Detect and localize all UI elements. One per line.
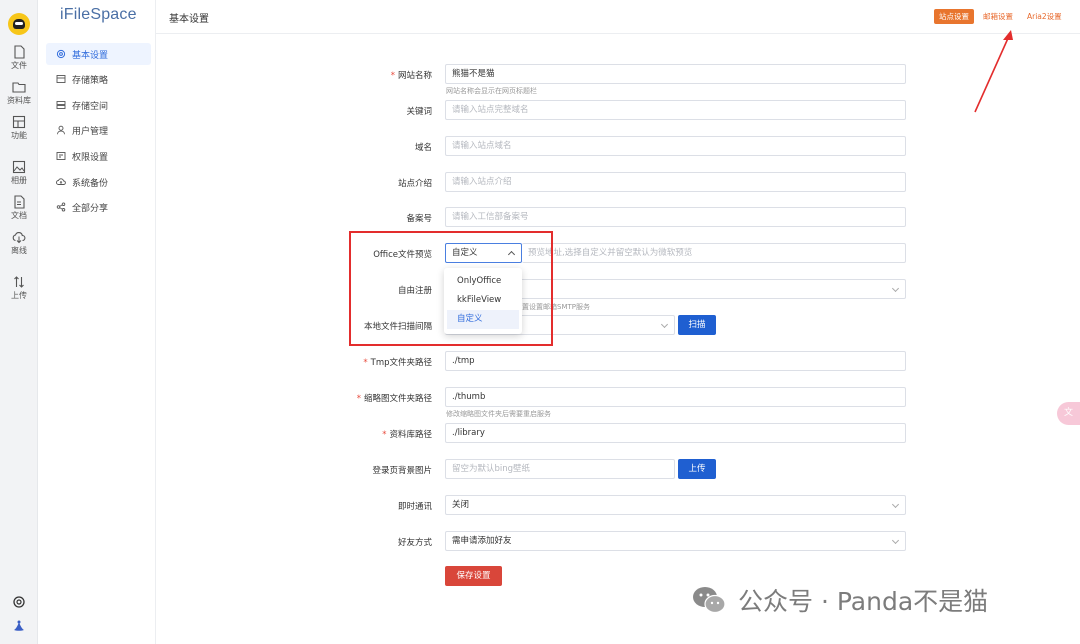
storage-icon [56, 101, 66, 109]
sidebar: iFileSpace 基本设置 存储策略 存储空间 用户管理 权限设置 系统备份… [38, 0, 156, 644]
thumb-path-hint: 修改缩略图文件夹后需要重启服务 [446, 410, 551, 418]
login-bg-input[interactable]: 留空为默认bing壁纸 [445, 459, 675, 479]
annotation-highlight-box [349, 231, 553, 346]
chevron-down-icon [891, 536, 900, 545]
icp-label: 备案号 [406, 214, 432, 224]
rail-item-files[interactable]: 文件 [0, 45, 38, 71]
site-intro-input[interactable]: 请输入站点介绍 [445, 172, 906, 192]
rail-item-docs[interactable]: 文档 [0, 195, 38, 221]
backup-icon [56, 178, 66, 185]
icon-rail: 文件 资料库 功能 相册 文档 离线 上传 [0, 0, 38, 644]
user-icon [57, 125, 65, 135]
chevron-down-icon [660, 320, 669, 329]
site-name-hint: 网站名称会显示在网页标题栏 [446, 87, 537, 95]
site-name-input[interactable]: 熊猫不是猫 [445, 64, 906, 84]
login-bg-label: 登录页背景图片 [372, 466, 432, 476]
sidebar-item-storage-strategy[interactable]: 存储策略 [46, 68, 151, 90]
rail-label: 资料库 [7, 96, 31, 105]
sidebar-item-all-shares[interactable]: 全部分享 [46, 196, 151, 218]
settings-icon[interactable] [12, 595, 26, 609]
rail-label: 上传 [11, 291, 27, 300]
rail-item-upload[interactable]: 上传 [0, 275, 38, 301]
header: 基本设置 站点设置 邮箱设置 Aria2设置 [156, 0, 1080, 34]
friend-select[interactable]: 需申请添加好友 [445, 531, 906, 551]
upload-icon [14, 276, 24, 288]
settings-form: * 网站名称 熊猫不是猫 网站名称会显示在网页标题栏 关键词 请输入站点完整域名 … [156, 34, 1080, 644]
keywords-label: 关键词 [406, 107, 432, 117]
sidebar-item-label: 系统备份 [72, 178, 109, 189]
keywords-input[interactable]: 请输入站点完整域名 [445, 100, 906, 120]
rail-item-features[interactable]: 功能 [0, 115, 38, 141]
page-title: 基本设置 [169, 14, 209, 25]
sidebar-item-label: 用户管理 [72, 126, 109, 137]
thumb-path-input[interactable]: ./thumb [445, 387, 906, 407]
friend-value: 需申请添加好友 [452, 536, 512, 546]
app-logo: iFileSpace [60, 6, 137, 23]
domain-label: 域名 [414, 143, 432, 153]
permission-icon [56, 152, 66, 160]
tab-email-settings[interactable]: 邮箱设置 [978, 9, 1018, 24]
sidebar-item-backup[interactable]: 系统备份 [46, 171, 151, 193]
rail-label: 文档 [11, 211, 27, 220]
site-name-label: * 网站名称 [390, 71, 432, 81]
image-icon [12, 160, 26, 174]
chevron-down-icon [891, 500, 900, 509]
icp-input[interactable]: 请输入工信部备案号 [445, 207, 906, 227]
im-value: 关闭 [452, 500, 470, 510]
friend-label: 好友方式 [397, 538, 432, 548]
strategy-icon [56, 75, 66, 83]
rail-item-offline[interactable]: 离线 [0, 230, 38, 256]
wechat-icon [693, 587, 726, 614]
file-icon [14, 45, 25, 59]
watermark: 公众号 · Panda不是猫 [692, 582, 988, 618]
library-path-input[interactable]: ./library [445, 423, 906, 443]
rail-item-library[interactable]: 资料库 [0, 80, 38, 106]
office-preview-url-input[interactable]: 预览地址,选择自定义并留空默认为微软预览 [522, 243, 906, 263]
sidebar-item-label: 全部分享 [72, 203, 109, 214]
sidebar-item-user-management[interactable]: 用户管理 [46, 119, 151, 141]
im-label: 即时通讯 [397, 502, 432, 512]
tmp-path-input[interactable]: ./tmp [445, 351, 906, 371]
tab-site-settings[interactable]: 站点设置 [934, 9, 974, 24]
rail-label: 离线 [11, 246, 27, 255]
cloud-download-icon [12, 232, 26, 244]
thumb-path-label: * 缩略图文件夹路径 [356, 394, 432, 404]
sidebar-item-storage-space[interactable]: 存储空间 [46, 94, 151, 116]
document-icon [14, 195, 25, 209]
scan-button[interactable]: 扫描 [678, 315, 716, 335]
save-button[interactable]: 保存设置 [445, 566, 502, 586]
domain-input[interactable]: 请输入站点域名 [445, 136, 906, 156]
rail-label: 功能 [11, 131, 27, 140]
sidebar-item-label: 基本设置 [72, 50, 109, 61]
avatar[interactable] [8, 13, 30, 35]
library-path-label: * 资料库路径 [382, 430, 432, 440]
site-intro-label: 站点介绍 [397, 179, 432, 189]
grid-icon [12, 115, 26, 129]
upload-button[interactable]: 上传 [678, 459, 716, 479]
chevron-down-icon [891, 284, 900, 293]
mascot-icon[interactable] [12, 619, 26, 633]
watermark-text: 公众号 · Panda不是猫 [738, 587, 989, 616]
im-select[interactable]: 关闭 [445, 495, 906, 515]
sidebar-item-label: 存储策略 [72, 75, 109, 86]
sidebar-item-label: 权限设置 [72, 152, 109, 163]
rail-label: 相册 [11, 176, 27, 185]
sidebar-item-label: 存储空间 [72, 101, 109, 112]
folder-icon [12, 82, 26, 93]
gear-icon [56, 49, 66, 59]
sidebar-item-basic-settings[interactable]: 基本设置 [46, 43, 151, 65]
share-icon [56, 202, 66, 212]
tab-aria2-settings[interactable]: Aria2设置 [1022, 9, 1067, 24]
sidebar-item-permissions[interactable]: 权限设置 [46, 145, 151, 167]
rail-item-photos[interactable]: 相册 [0, 160, 38, 186]
tmp-path-label: * Tmp文件夹路径 [363, 358, 432, 368]
rail-label: 文件 [11, 61, 27, 70]
translate-float-button[interactable]: 文 [1057, 402, 1080, 425]
